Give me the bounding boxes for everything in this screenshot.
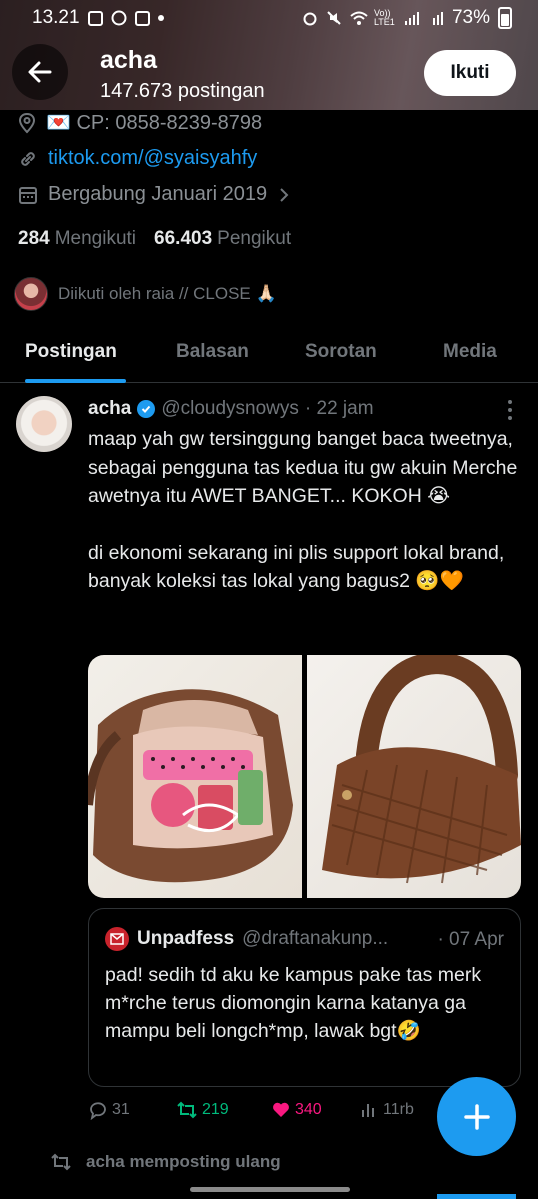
signal-icon	[404, 10, 420, 26]
following-label: Mengikuti	[54, 228, 137, 249]
followers-count: 66.403	[154, 228, 213, 249]
header-name: acha	[100, 46, 157, 74]
followed-by-row[interactable]: Diikuti oleh raia // CLOSE 🙏🏻	[14, 277, 277, 311]
joined-row[interactable]: Bergabung Januari 2019	[18, 183, 291, 206]
profile-tabs: Postingan Balasan Sorotan Media	[0, 325, 538, 383]
followed-by-text: Diikuti oleh raia // CLOSE 🙏🏻	[58, 284, 277, 303]
quoted-author-handle: @draftanakunp...	[242, 928, 389, 949]
location-icon	[18, 112, 36, 133]
tab-media[interactable]: Media	[443, 341, 497, 363]
tweet-actions: 31 219 340 11rb	[88, 1100, 438, 1126]
retweet-icon	[177, 1101, 197, 1119]
profile-link[interactable]: tiktok.com/@syaisyahfy	[48, 147, 257, 170]
battery-icon	[498, 7, 512, 29]
tweet-header: acha @cloudysnowys · 22 jam	[88, 398, 374, 420]
tweet-text: maap yah gw tersinggung banget baca twee…	[88, 425, 524, 596]
more-options-icon[interactable]	[506, 400, 514, 420]
tweet-author-name[interactable]: acha	[88, 398, 131, 420]
home-indicator[interactable]	[190, 1187, 350, 1192]
tweet-text-paragraph-2: di ekonomi sekarang ini plis support lok…	[88, 541, 505, 593]
back-button[interactable]	[12, 44, 68, 100]
following-count: 284	[18, 228, 50, 249]
verified-badge-icon	[137, 400, 156, 418]
gallery-icon	[87, 10, 103, 26]
quoted-author-name: Unpadfess	[137, 928, 235, 949]
tweet-photo-1[interactable]	[88, 655, 302, 898]
tab-sorotan[interactable]: Sorotan	[305, 341, 377, 363]
tweet-media	[88, 655, 521, 898]
bottom-accent	[437, 1194, 516, 1199]
repost-icon	[51, 1153, 71, 1171]
tab-balasan[interactable]: Balasan	[176, 341, 249, 363]
heart-icon	[273, 1102, 289, 1117]
unpadfess-logo-icon	[105, 927, 129, 951]
reply-button[interactable]: 31	[88, 1100, 130, 1120]
calendar-icon	[19, 186, 37, 204]
link-row[interactable]: tiktok.com/@syaisyahfy	[18, 147, 257, 170]
contact-text: 💌 CP: 0858-8239-8798	[46, 112, 263, 134]
mute-icon	[326, 10, 342, 26]
followers-label: Pengikut	[217, 228, 292, 249]
check-icon	[134, 10, 150, 26]
carrier-label: Vo)) LTE1	[373, 8, 395, 27]
views-count: 11rb	[383, 1101, 414, 1118]
tweet-author-avatar[interactable]	[16, 396, 72, 452]
retweet-count: 219	[202, 1101, 229, 1118]
whatsapp-icon	[111, 10, 127, 26]
active-tab-indicator	[25, 379, 126, 383]
analytics-icon	[362, 1104, 374, 1117]
wifi-icon	[350, 10, 368, 26]
header-post-count: 147.673 postingan	[100, 80, 265, 102]
followers-link[interactable]: 66.403 Pengikut	[154, 228, 291, 250]
like-count: 340	[295, 1101, 322, 1118]
link-icon	[21, 151, 35, 166]
repost-indicator: acha memposting ulang	[50, 1152, 281, 1172]
alarm-icon	[302, 10, 318, 26]
bag-closed-image	[322, 655, 521, 884]
repost-label: acha memposting ulang	[86, 1152, 281, 1171]
tweet-author-handle[interactable]: @cloudysnowys	[161, 398, 299, 420]
arrow-left-icon	[28, 61, 52, 83]
signal-2-icon	[428, 10, 444, 26]
battery-percent: 73%	[451, 7, 490, 28]
retweet-button[interactable]: 219	[176, 1100, 229, 1120]
quoted-tweet-header: Unpadfess @draftanakunp...	[105, 927, 388, 951]
status-bar: 13.21 Vo)) LTE1 73%	[0, 0, 538, 36]
follow-button[interactable]: Ikuti	[424, 50, 516, 96]
quoted-text: pad! sedih td aku ke kampus pake tas mer…	[105, 964, 482, 1042]
following-link[interactable]: 284 Mengikuti	[18, 228, 136, 250]
compose-button[interactable]	[437, 1077, 516, 1156]
joined-text: Bergabung Januari 2019	[48, 183, 268, 205]
plus-icon	[463, 1103, 490, 1130]
status-time: 13.21	[32, 7, 80, 28]
reply-count: 31	[112, 1101, 130, 1118]
bag-open-image	[88, 689, 293, 883]
tab-postingan[interactable]: Postingan	[25, 341, 117, 363]
chevron-right-icon	[280, 187, 289, 202]
contact-row: 💌 CP: 0858-8239-8798	[18, 110, 262, 135]
reply-icon	[90, 1102, 106, 1120]
like-button[interactable]: 340	[271, 1100, 322, 1120]
quoted-time: · 07 Apr	[437, 929, 504, 950]
follower-avatar	[14, 277, 48, 311]
quoted-tweet[interactable]: Unpadfess @draftanakunp... · 07 Apr pad!…	[88, 908, 521, 1087]
tweet-time: · 22 jam	[304, 398, 374, 419]
views-button[interactable]: 11rb	[359, 1100, 414, 1120]
tweet-text-paragraph-1: maap yah gw tersinggung banget baca twee…	[88, 428, 518, 507]
follow-counts: 284 Mengikuti 66.403 Pengikut	[18, 228, 291, 250]
tweet-photo-2[interactable]	[307, 655, 521, 898]
notification-dot-icon	[157, 15, 164, 21]
